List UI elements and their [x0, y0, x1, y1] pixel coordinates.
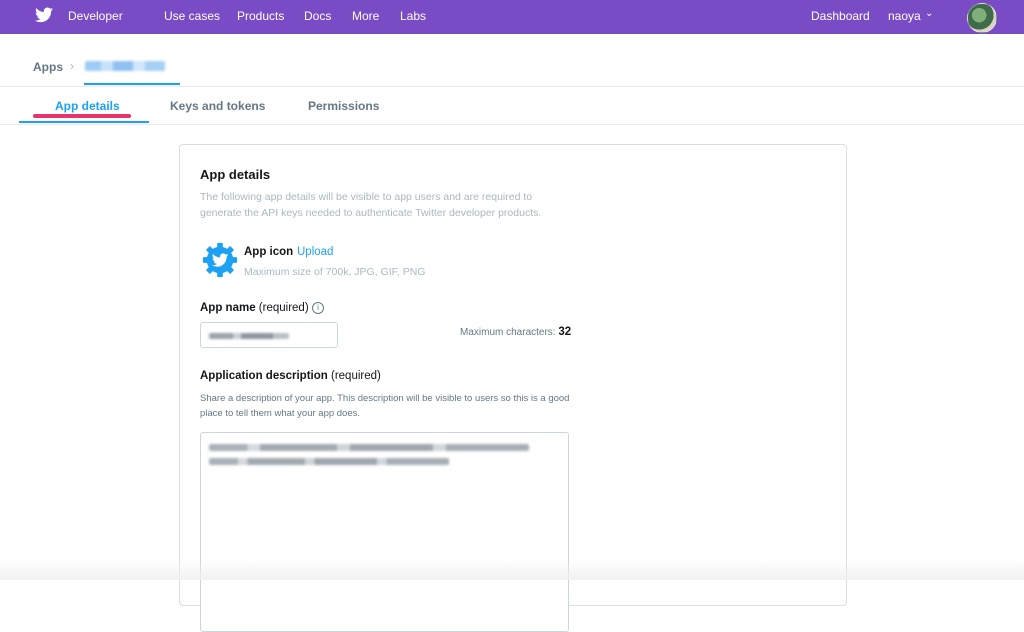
avatar[interactable] [967, 3, 997, 33]
info-icon[interactable]: i [312, 302, 324, 314]
tab-active-indicator [19, 121, 149, 123]
app-icon-label: App icon [244, 246, 294, 258]
app-description-textarea[interactable] [200, 432, 569, 632]
tab-app-details[interactable]: App details [55, 99, 120, 113]
max-characters: Maximum characters: 32 [460, 326, 571, 338]
upload-link[interactable]: Upload [297, 246, 333, 258]
app-description-label: Application description (required) [200, 370, 381, 382]
app-name-value-redacted [209, 333, 289, 339]
breadcrumb: Apps › [0, 34, 1024, 87]
nav-products[interactable]: Products [237, 9, 284, 23]
app-name-label: App name (required) [200, 302, 309, 314]
app-description-required: (required) [331, 370, 381, 382]
max-characters-label: Maximum characters: [460, 327, 556, 338]
breadcrumb-current-app-redacted[interactable] [85, 61, 165, 71]
nav-labs[interactable]: Labs [400, 9, 426, 23]
twitter-bird-icon[interactable] [35, 7, 53, 23]
app-name-input[interactable] [200, 322, 338, 348]
app-description-label-text: Application description [200, 370, 328, 382]
card-description: The following app details will be visibl… [200, 191, 542, 219]
nav-docs[interactable]: Docs [304, 9, 331, 23]
card-title: App details [200, 167, 271, 182]
nav-dashboard[interactable]: Dashboard [811, 9, 870, 23]
nav-use-cases[interactable]: Use cases [164, 9, 220, 23]
app-icon-image[interactable] [201, 241, 239, 279]
app-name-required: (required) [258, 302, 309, 314]
app-details-card: App details The following app details wi… [179, 144, 847, 632]
breadcrumb-active-underline [84, 83, 180, 85]
top-nav-bar: Developer Use cases Products Docs More L… [0, 0, 1024, 34]
breadcrumb-apps-link[interactable]: Apps [33, 60, 63, 74]
tab-bar: App details Keys and tokens Permissions [0, 87, 1024, 125]
user-menu[interactable]: naoya [888, 9, 921, 23]
tab-permissions[interactable]: Permissions [308, 99, 379, 113]
max-characters-value: 32 [558, 326, 572, 338]
bottom-fade [0, 560, 1024, 580]
chevron-down-icon[interactable]: ⌄ [925, 8, 933, 19]
app-icon-hint: Maximum size of 700k, JPG, GIF, PNG [244, 266, 426, 278]
nav-more[interactable]: More [352, 9, 379, 23]
highlight-marker [33, 114, 131, 118]
description-text-redacted [209, 458, 449, 465]
app-name-label-text: App name [200, 302, 256, 314]
description-text-redacted [209, 444, 529, 451]
tab-keys-and-tokens[interactable]: Keys and tokens [170, 99, 265, 113]
chevron-right-icon: › [70, 59, 74, 73]
developer-brand-link[interactable]: Developer [68, 9, 123, 23]
app-description-help: Share a description of your app. This de… [200, 393, 570, 419]
